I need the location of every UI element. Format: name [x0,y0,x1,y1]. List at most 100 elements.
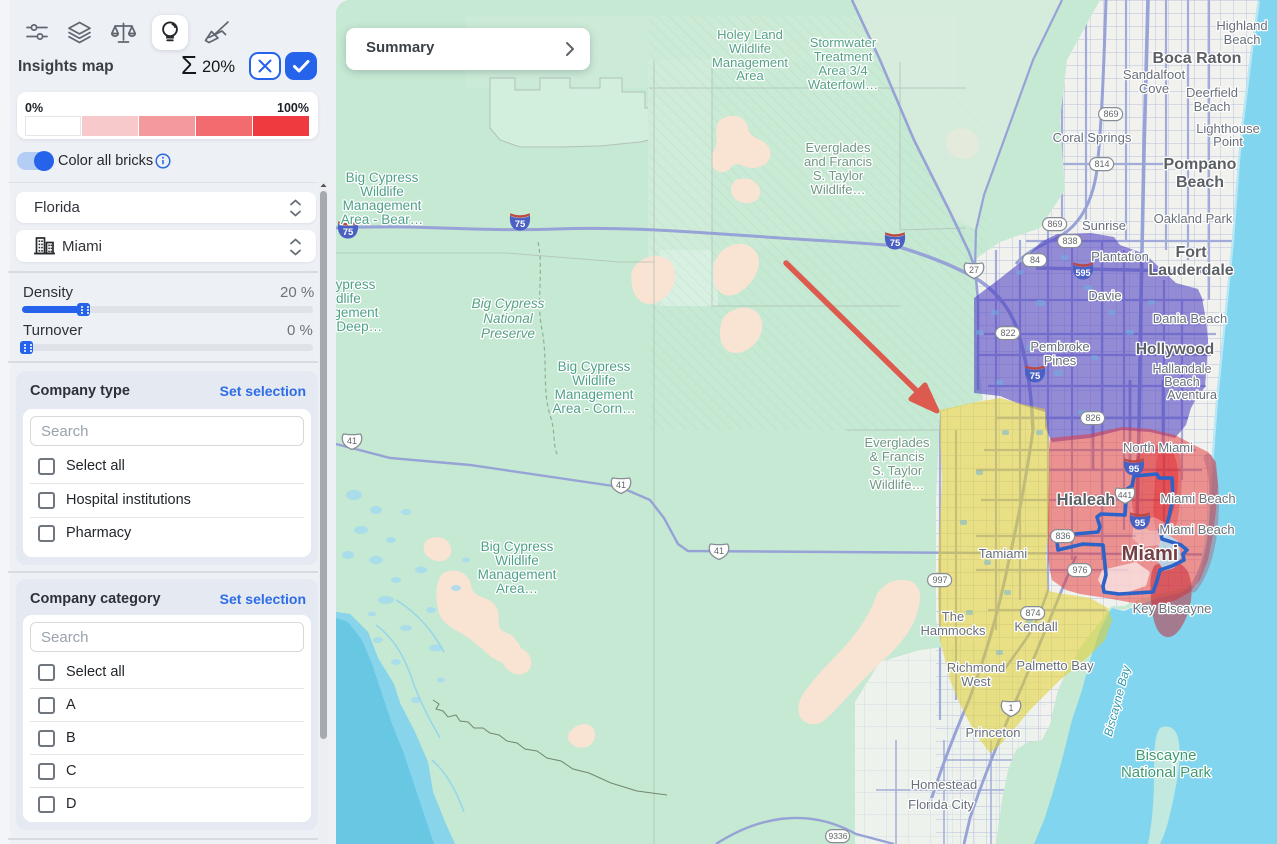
svg-text:Beach: Beach [1224,32,1261,47]
svg-text:Sunrise: Sunrise [1082,218,1126,233]
svg-text:Area 3/4: Area 3/4 [818,63,867,78]
svg-text:95: 95 [1135,518,1146,529]
svg-text:Wildlife: Wildlife [572,373,616,388]
svg-text:874: 874 [1025,608,1040,618]
svg-text:Miami Beach: Miami Beach [1160,491,1235,506]
svg-text:976: 976 [1072,565,1087,575]
svg-text:S. Taylor: S. Taylor [872,463,923,478]
svg-text:Area: Area [736,68,764,83]
svg-text:Big Cypress: Big Cypress [558,359,631,374]
svg-text:North Miami: North Miami [1123,440,1193,455]
svg-text:National: National [483,311,534,326]
svg-text:Miami: Miami [1122,543,1179,565]
svg-text:Florida City: Florida City [908,797,974,812]
svg-text:595: 595 [1075,268,1090,278]
svg-text:838: 838 [1062,236,1077,246]
svg-text:Dania Beach: Dania Beach [1153,311,1227,326]
svg-text:Richmond: Richmond [947,660,1006,675]
svg-text:Management: Management [336,305,379,320]
svg-text:Princeton: Princeton [966,725,1021,740]
svg-text:41: 41 [714,546,724,556]
svg-text:Pines: Pines [1044,353,1077,368]
svg-text:75: 75 [515,219,526,230]
svg-text:S. Taylor: S. Taylor [813,168,864,183]
svg-text:Highland: Highland [1216,18,1267,33]
svg-text:95: 95 [1129,464,1140,475]
svg-text:75: 75 [890,238,901,249]
svg-text:75: 75 [1030,371,1041,382]
svg-text:Biscayne: Biscayne [1136,747,1197,764]
svg-text:Management: Management [343,198,422,213]
svg-text:Homestead: Homestead [911,777,977,792]
svg-text:Beach: Beach [1194,99,1231,114]
svg-text:Management: Management [555,387,634,402]
svg-text:84: 84 [1030,255,1040,265]
svg-text:Area - Bear…: Area - Bear… [341,212,424,227]
svg-text:Preserve: Preserve [481,326,535,341]
svg-text:Pembroke: Pembroke [1030,339,1089,354]
svg-text:National Park: National Park [1121,764,1212,781]
svg-text:Hollywood: Hollywood [1136,341,1214,358]
svg-text:Big Cypress: Big Cypress [346,170,419,185]
svg-text:Tamiami: Tamiami [979,546,1028,561]
svg-text:Cove: Cove [1139,81,1169,96]
svg-text:West: West [961,674,991,689]
svg-text:869: 869 [1047,219,1062,229]
svg-text:Treatment: Treatment [814,49,873,64]
svg-text:Pompano: Pompano [1164,156,1237,173]
svg-text:Waterfowl…: Waterfowl… [808,77,878,92]
svg-text:The: The [942,609,964,624]
svg-text:Management: Management [478,567,557,582]
svg-text:Stormwater: Stormwater [810,35,877,50]
svg-text:Hallandale: Hallandale [1152,362,1211,376]
svg-text:Big Cypress: Big Cypress [481,539,554,554]
svg-text:Big Cypress: Big Cypress [472,296,545,311]
svg-text:Plantation: Plantation [1091,249,1149,264]
svg-text:Hammocks: Hammocks [920,623,986,638]
svg-text:1: 1 [1008,703,1013,713]
svg-text:41: 41 [347,436,357,446]
svg-text:Everglades: Everglades [864,435,930,450]
svg-text:836: 836 [1055,531,1070,541]
svg-text:Area - Deep…: Area - Deep… [336,319,382,334]
svg-text:Deerfield: Deerfield [1186,85,1238,100]
svg-text:Big Cypress: Big Cypress [336,277,376,292]
svg-text:Key Biscayne: Key Biscayne [1133,601,1212,616]
svg-text:Wildlife: Wildlife [360,184,404,199]
svg-text:Davie: Davie [1088,288,1121,303]
svg-text:Boca Raton: Boca Raton [1153,50,1242,67]
svg-text:826: 826 [1085,413,1100,423]
svg-text:Hialeah: Hialeah [1057,491,1116,509]
svg-text:Miami Beach: Miami Beach [1159,522,1234,537]
svg-text:Area…: Area… [496,581,538,596]
svg-text:997: 997 [932,575,947,585]
svg-text:Aventura: Aventura [1167,388,1217,402]
svg-text:Lauderdale: Lauderdale [1148,262,1233,279]
svg-text:Wildlife: Wildlife [495,553,539,568]
svg-text:Coral Springs: Coral Springs [1053,130,1132,145]
svg-text:Oakland Park: Oakland Park [1154,211,1233,226]
svg-text:Holey Land: Holey Land [717,27,783,42]
svg-text:& Francis: & Francis [870,449,925,464]
svg-text:75: 75 [343,227,354,238]
svg-text:822: 822 [1000,328,1015,338]
svg-text:Fort: Fort [1175,244,1207,261]
svg-text:Sandalfoot: Sandalfoot [1123,67,1186,82]
svg-text:Palmetto Bay: Palmetto Bay [1016,658,1094,673]
svg-text:441: 441 [1118,490,1132,500]
svg-text:Wildlife…: Wildlife… [870,477,925,492]
svg-text:Beach: Beach [1176,174,1224,191]
svg-text:Wildlife…: Wildlife… [811,182,866,197]
svg-text:Kendall: Kendall [1014,619,1057,634]
svg-text:Wildlife: Wildlife [336,291,361,306]
svg-text:Point: Point [1213,134,1243,149]
svg-text:Area - Corn…: Area - Corn… [552,401,635,416]
svg-text:Everglades: Everglades [805,140,871,155]
svg-text:and Francis: and Francis [804,154,872,169]
svg-text:814: 814 [1094,159,1109,169]
svg-text:Wildlife: Wildlife [729,41,771,56]
svg-text:41: 41 [616,480,626,490]
svg-text:869: 869 [1103,109,1118,119]
svg-text:27: 27 [969,265,979,275]
svg-text:Beach: Beach [1164,375,1199,389]
